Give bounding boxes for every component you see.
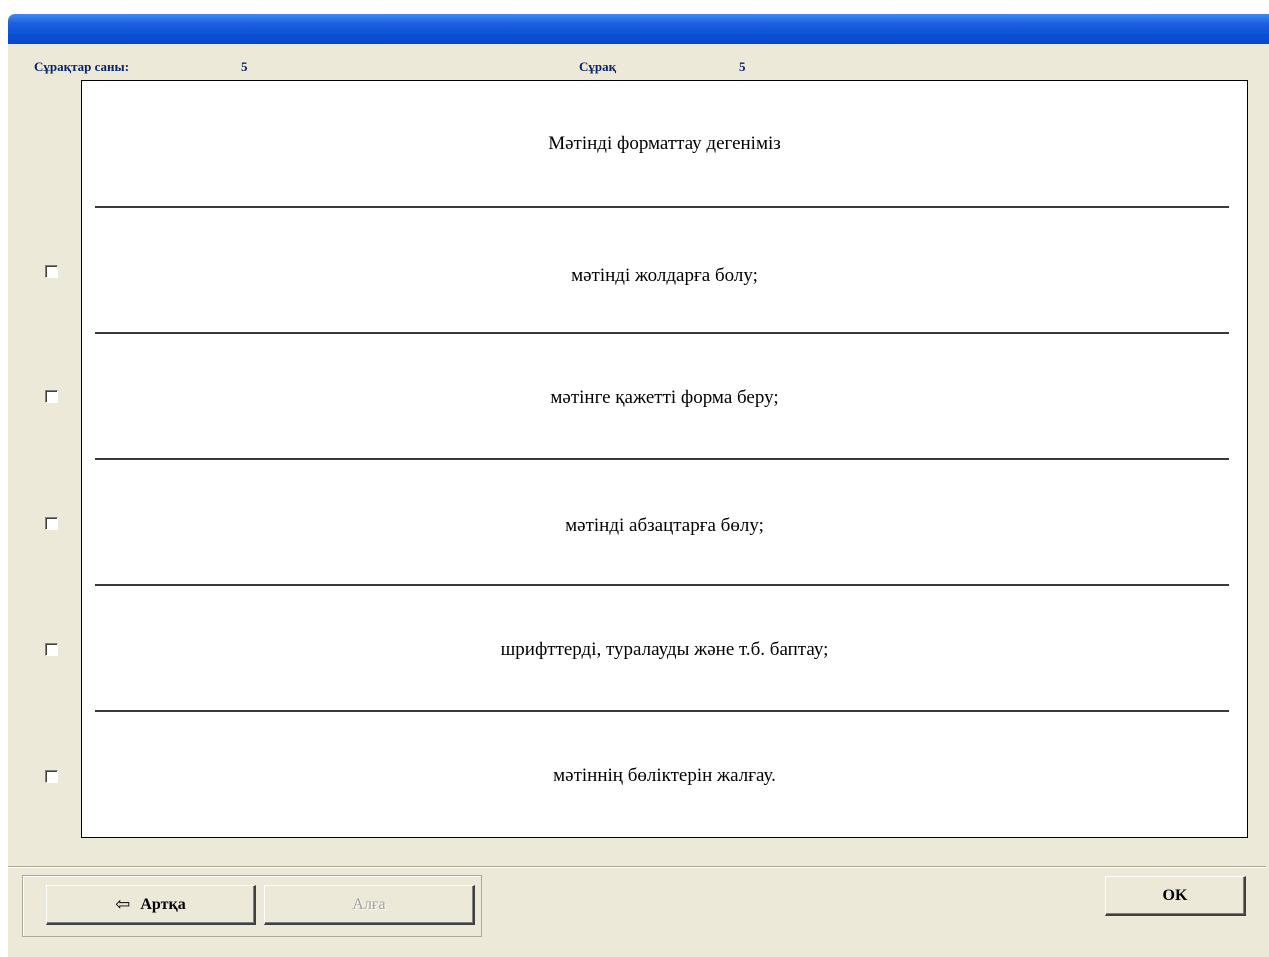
answer-checkbox-1[interactable] xyxy=(45,265,58,278)
divider xyxy=(95,458,1229,460)
answer-checkbox-2[interactable] xyxy=(45,390,58,403)
forward-button-label: Алға xyxy=(352,895,386,913)
answer-text-2[interactable]: мәтінге қажетті форма беру; xyxy=(82,387,1247,409)
forward-button[interactable]: Алға xyxy=(264,885,475,925)
question-number-value: 5 xyxy=(739,59,746,74)
ok-button-label: OK xyxy=(1162,886,1188,904)
footer-divider xyxy=(8,866,1266,868)
back-button[interactable]: ⇦ Артқа xyxy=(46,885,256,925)
answer-text-5[interactable]: мәтіннің бөліктерін жалғау. xyxy=(82,765,1247,787)
answer-checkbox-4[interactable] xyxy=(45,643,58,656)
answer-checkbox-3[interactable] xyxy=(45,517,58,530)
back-button-label: Артқа xyxy=(140,895,186,913)
divider xyxy=(95,710,1229,712)
question-number-label: Сұрақ xyxy=(579,59,617,74)
ok-button[interactable]: OK xyxy=(1105,876,1246,916)
question-panel: Мәтінді форматтау дегеніміз мәтінді жолд… xyxy=(81,80,1248,838)
answer-text-3[interactable]: мәтінді абзацтарға бөлу; xyxy=(82,515,1247,537)
arrow-left-icon: ⇦ xyxy=(115,894,131,915)
window-title-bar[interactable] xyxy=(8,14,1269,44)
question-count-label: Сұрақтар саны: xyxy=(34,59,130,74)
divider xyxy=(95,206,1229,208)
answer-text-1[interactable]: мәтінді жолдарға болу; xyxy=(82,265,1247,287)
answer-checkbox-5[interactable] xyxy=(45,770,58,783)
question-count-value: 5 xyxy=(241,59,248,74)
question-text: Мәтінді форматтау дегеніміз xyxy=(548,133,781,154)
divider xyxy=(95,332,1229,334)
divider xyxy=(95,584,1229,586)
answer-text-4[interactable]: шрифттерді, туралауды және т.б. баптау; xyxy=(82,639,1247,661)
